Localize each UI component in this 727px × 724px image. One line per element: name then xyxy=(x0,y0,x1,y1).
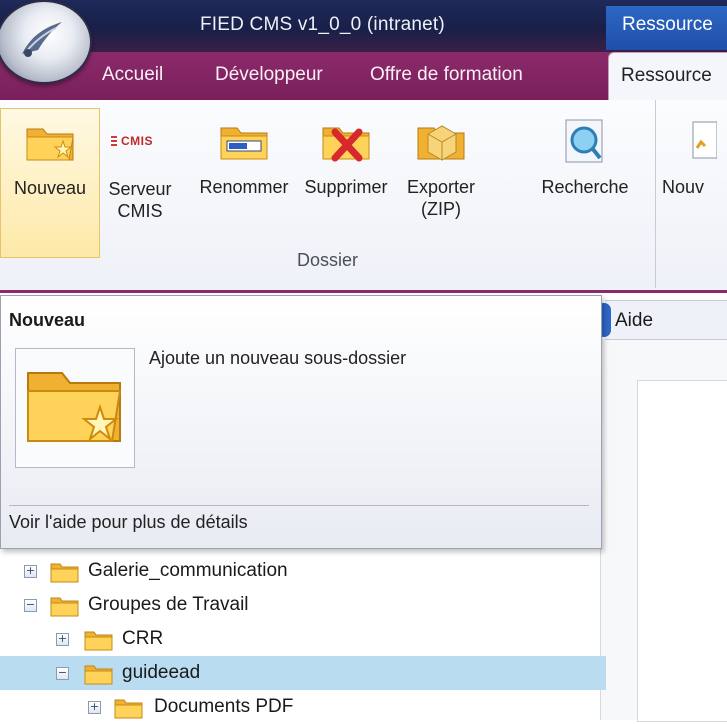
tooltip-separator xyxy=(9,505,589,506)
tree-item-groupes-de-travail[interactable]: − Groupes de Travail xyxy=(0,588,600,622)
collapse-icon[interactable]: − xyxy=(24,599,37,612)
document-icon xyxy=(692,121,717,159)
context-tab-header: Ressource xyxy=(606,6,727,50)
new-folder-icon xyxy=(26,128,74,161)
tooltip-title: Nouveau xyxy=(9,310,86,330)
tooltip-image xyxy=(15,348,135,468)
tree-item-galerie-communication[interactable]: + Galerie_communication xyxy=(0,554,600,588)
delete-folder-label: Supprimer xyxy=(304,177,388,197)
right-content-inner xyxy=(637,380,727,722)
ribbon-group-label: Dossier xyxy=(296,250,358,270)
rename-folder-button[interactable]: Renommer xyxy=(196,108,292,258)
tooltip-help-link: Voir l'aide pour plus de détails xyxy=(9,512,248,532)
rename-folder-icon xyxy=(220,127,268,160)
delete-folder-icon xyxy=(322,127,370,162)
collapse-icon[interactable]: − xyxy=(56,667,69,680)
export-zip-icon xyxy=(417,125,465,161)
cmis-server-button[interactable]: CMIS Serveur CMIS xyxy=(104,108,176,258)
tab-offre-de-formation[interactable]: Offre de formation xyxy=(370,52,523,100)
tab-developpeur[interactable]: Développeur xyxy=(215,52,323,100)
export-zip-label-text: Exporter (ZIP) xyxy=(406,177,476,219)
tree-item-documents-pdf[interactable]: + Documents PDF xyxy=(0,690,600,724)
search-label: Recherche xyxy=(541,177,629,197)
tree-item-label: Groupes de Travail xyxy=(88,594,249,615)
next-group-new-button[interactable]: Nouv xyxy=(662,108,727,258)
right-content-panel xyxy=(600,340,727,722)
rename-folder-label: Renommer xyxy=(199,177,289,197)
expand-icon[interactable]: + xyxy=(24,565,37,578)
folder-icon xyxy=(50,563,79,583)
expand-icon[interactable]: + xyxy=(56,633,69,646)
title-bar: FIED CMS v1_0_0 (intranet) Ressource xyxy=(0,0,727,84)
folder-icon xyxy=(84,631,113,651)
ribbon-group-dossier: Nouveau CMIS Serveur CMIS Renommer Suppr… xyxy=(0,100,656,288)
new-folder-label: Nouveau xyxy=(13,178,87,198)
tab-ressource[interactable]: Ressource xyxy=(608,52,727,101)
tooltip-description: Ajoute un nouveau sous-dossier xyxy=(149,348,407,368)
export-zip-label: Exporter (ZIP) xyxy=(402,176,480,220)
expand-icon[interactable]: + xyxy=(88,701,101,714)
ribbon-tooltip: Nouveau Ajoute un nouveau sous-dossier V… xyxy=(0,295,602,549)
tree-item-guideead[interactable]: − guideead xyxy=(0,656,606,690)
search-icon xyxy=(565,119,603,163)
help-side-tab[interactable]: Aide xyxy=(597,300,727,340)
delete-folder-button[interactable]: Supprimer xyxy=(296,108,396,258)
cmis-badge: CMIS xyxy=(121,134,153,148)
new-folder-button[interactable]: Nouveau xyxy=(0,108,100,258)
window-title: FIED CMS v1_0_0 (intranet) xyxy=(200,14,445,35)
tree-item-label: Galerie_communication xyxy=(88,560,288,581)
ribbon-group-next: Nouv xyxy=(662,100,727,288)
ribbon-tab-bar: Accueil Développeur Offre de formation R… xyxy=(0,52,727,101)
export-zip-button[interactable]: Exporter (ZIP) xyxy=(402,108,480,258)
folder-icon xyxy=(84,665,113,685)
tree-item-label: Documents PDF xyxy=(154,696,294,717)
folder-icon xyxy=(114,699,143,719)
search-button[interactable]: Recherche xyxy=(540,108,630,258)
cmis-icon: CMIS xyxy=(111,134,169,150)
tree-item-label: guideead xyxy=(122,662,201,683)
folder-icon xyxy=(50,597,79,617)
application-menu-button[interactable] xyxy=(0,0,92,84)
tree-item-label: CRR xyxy=(122,628,164,649)
ribbon-panel: Nouveau CMIS Serveur CMIS Renommer Suppr… xyxy=(0,100,727,293)
cmis-server-label: Serveur CMIS xyxy=(108,179,172,221)
new-folder-icon xyxy=(27,372,122,442)
tab-accueil[interactable]: Accueil xyxy=(102,52,163,100)
tree-item-crr[interactable]: + CRR xyxy=(0,622,600,656)
app-logo-icon xyxy=(22,22,62,57)
next-group-new-label: Nouv xyxy=(662,177,705,197)
